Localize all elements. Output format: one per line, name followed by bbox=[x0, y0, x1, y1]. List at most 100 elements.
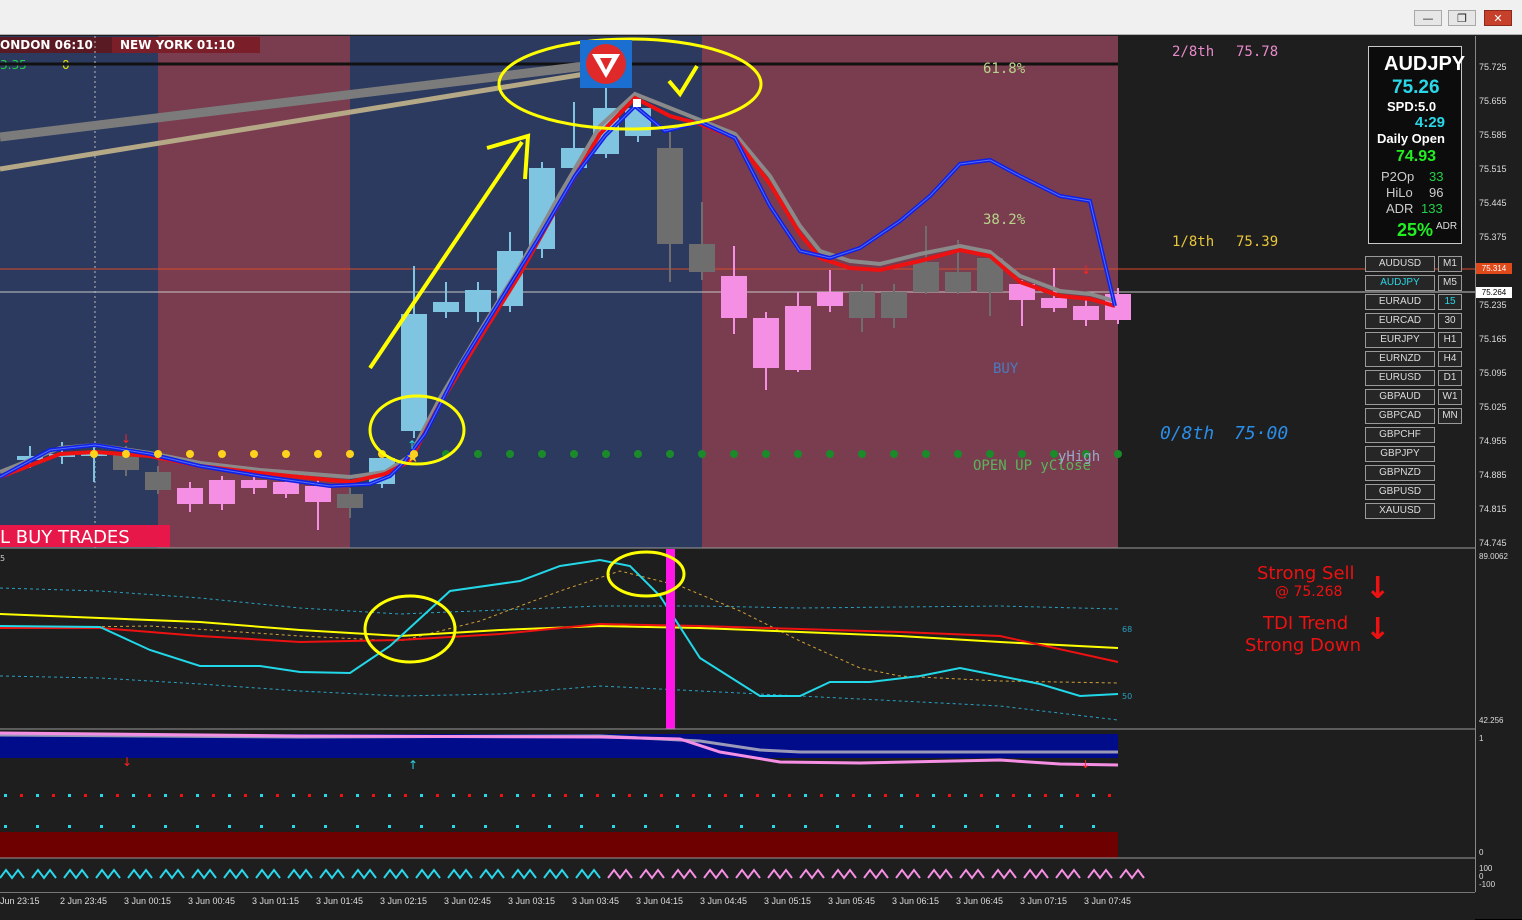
symbol-button-euraud[interactable]: EURAUD bbox=[1365, 294, 1435, 310]
timeframe-button-h1[interactable]: H1 bbox=[1438, 332, 1462, 348]
timeframe-button-30[interactable]: 30 bbox=[1438, 313, 1462, 329]
star-marker-icon: ★ bbox=[406, 448, 419, 466]
close-button[interactable]: ✕ bbox=[1484, 10, 1512, 26]
signal-dot bbox=[1012, 794, 1015, 797]
tdi-tag: 5 bbox=[0, 554, 5, 563]
signal-dot bbox=[132, 825, 135, 828]
signal-dot bbox=[276, 794, 279, 797]
timeframe-button-15[interactable]: 15 bbox=[1438, 294, 1462, 310]
murrey-08-value: 75·00 bbox=[1234, 423, 1288, 444]
price-tick: 75.585 bbox=[1479, 130, 1507, 140]
symbol-button-gbpusd[interactable]: GBPUSD bbox=[1365, 484, 1435, 500]
signal-dot bbox=[740, 794, 743, 797]
support-dot bbox=[986, 450, 994, 458]
symbol-button-gbpjpy[interactable]: GBPJPY bbox=[1365, 446, 1435, 462]
support-dot bbox=[1050, 450, 1058, 458]
sell-arrow-icon: ↓ bbox=[121, 432, 131, 446]
signal-dot bbox=[164, 794, 167, 797]
signal-dot bbox=[484, 794, 487, 797]
info-adr-value: 133 bbox=[1421, 201, 1443, 216]
time-tick: 3 Jun 03:45 bbox=[572, 896, 620, 906]
lower-sell-arrow-icon-2: ↓ bbox=[1081, 758, 1090, 771]
tdi-trend-label: TDI Trend bbox=[1262, 613, 1348, 634]
signal-dot bbox=[916, 794, 919, 797]
trend-band-darkred bbox=[0, 832, 1118, 858]
support-dot bbox=[1114, 450, 1122, 458]
signal-dot bbox=[1076, 794, 1079, 797]
signal-dot bbox=[36, 825, 39, 828]
strong-sell-label: Strong Sell bbox=[1257, 563, 1355, 584]
signal-dot bbox=[260, 794, 263, 797]
signal-dot bbox=[1060, 794, 1063, 797]
indicator-axis-tick: 1 bbox=[1479, 734, 1484, 743]
signal-dot bbox=[356, 794, 359, 797]
signal-dot bbox=[724, 794, 727, 797]
signal-dot bbox=[100, 825, 103, 828]
price-tick: 75.165 bbox=[1479, 334, 1507, 344]
symbol-button-audjpy[interactable]: AUDJPY bbox=[1365, 275, 1435, 291]
info-adr-percent: 25% bbox=[1397, 220, 1434, 240]
support-dot bbox=[474, 450, 482, 458]
info-daily-open-value: 74.93 bbox=[1396, 148, 1437, 165]
timeframe-button-d1[interactable]: D1 bbox=[1438, 370, 1462, 386]
time-tick: 3 Jun 01:15 bbox=[252, 896, 300, 906]
symbol-button-eurjpy[interactable]: EURJPY bbox=[1365, 332, 1435, 348]
info-p2op-value: 33 bbox=[1429, 169, 1444, 184]
timeframe-button-h4[interactable]: H4 bbox=[1438, 351, 1462, 367]
price-marker-red: 75.314 bbox=[1476, 263, 1512, 274]
symbol-button-gbpaud[interactable]: GBPAUD bbox=[1365, 389, 1435, 405]
fib-618-label: 61.8% bbox=[983, 61, 1026, 77]
support-dot bbox=[538, 450, 546, 458]
timeframe-button-w1[interactable]: W1 bbox=[1438, 389, 1462, 405]
support-dot bbox=[250, 450, 258, 458]
signal-dot bbox=[564, 794, 567, 797]
signal-dot bbox=[708, 825, 711, 828]
time-tick: 3 Jun 00:45 bbox=[188, 896, 236, 906]
indicator-axis-tick: 89.0062 bbox=[1479, 552, 1508, 561]
strong-sell-price: @ 75.268 bbox=[1275, 584, 1342, 600]
time-tick: 3 Jun 03:15 bbox=[508, 896, 556, 906]
time-tick: 3 Jun 06:15 bbox=[892, 896, 940, 906]
info-timer: 4:29 bbox=[1415, 114, 1446, 131]
timeframe-button-m5[interactable]: M5 bbox=[1438, 275, 1462, 291]
symbol-button-eurusd[interactable]: EURUSD bbox=[1365, 370, 1435, 386]
yhigh-label: yHigh bbox=[1058, 449, 1100, 465]
signal-dot bbox=[68, 794, 71, 797]
signal-dot bbox=[516, 825, 519, 828]
symbol-button-gbpchf[interactable]: GBPCHF bbox=[1365, 427, 1435, 443]
signal-dot bbox=[244, 794, 247, 797]
signal-dot bbox=[132, 794, 135, 797]
info-adr-small: ADR bbox=[1436, 221, 1458, 232]
support-dot bbox=[1018, 450, 1026, 458]
signal-dot bbox=[996, 794, 999, 797]
minimize-button[interactable]: — bbox=[1414, 10, 1442, 26]
signal-dot bbox=[148, 794, 151, 797]
price-tick: 75.655 bbox=[1479, 96, 1507, 106]
buy-label: BUY bbox=[993, 361, 1019, 377]
signal-dot bbox=[580, 825, 583, 828]
support-dot bbox=[570, 450, 578, 458]
price-chart[interactable]: ONDON 06:10 NEW YORK 01:10 3.35 0 bbox=[0, 36, 1475, 892]
symbol-button-eurnzd[interactable]: EURNZD bbox=[1365, 351, 1435, 367]
signal-dot bbox=[980, 794, 983, 797]
symbol-button-gbpnzd[interactable]: GBPNZD bbox=[1365, 465, 1435, 481]
symbol-button-xauusd[interactable]: XAUUSD bbox=[1365, 503, 1435, 519]
restore-button[interactable]: ❐ bbox=[1448, 10, 1476, 26]
signal-dot bbox=[1028, 794, 1031, 797]
symbol-button-eurcad[interactable]: EURCAD bbox=[1365, 313, 1435, 329]
fib-382-label: 38.2% bbox=[983, 212, 1026, 228]
timeframe-button-m1[interactable]: M1 bbox=[1438, 256, 1462, 272]
signal-dot bbox=[996, 825, 999, 828]
time-tick: 3 Jun 05:45 bbox=[828, 896, 876, 906]
symbol-button-audusd[interactable]: AUDUSD bbox=[1365, 256, 1435, 272]
indicator-axis-tick: 0 bbox=[1479, 848, 1484, 857]
info-daily-open-label: Daily Open bbox=[1377, 131, 1445, 146]
signal-dot bbox=[804, 825, 807, 828]
signal-dot bbox=[868, 825, 871, 828]
timeframe-button-mn[interactable]: MN bbox=[1438, 408, 1462, 424]
time-tick: 3 Jun 04:15 bbox=[636, 896, 684, 906]
support-dot bbox=[154, 450, 162, 458]
support-dot bbox=[954, 450, 962, 458]
symbol-button-gbpcad[interactable]: GBPCAD bbox=[1365, 408, 1435, 424]
signal-dot bbox=[612, 825, 615, 828]
